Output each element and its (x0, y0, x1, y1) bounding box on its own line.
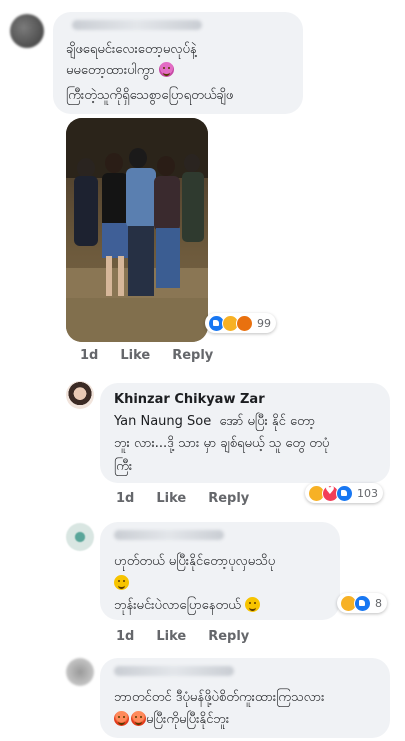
like-button[interactable]: Like (156, 629, 186, 644)
comment-actions: 1d Like Reply (116, 491, 249, 506)
timestamp[interactable]: 1d (116, 629, 134, 644)
comment-actions: 1d Like Reply (116, 629, 249, 644)
timestamp[interactable]: 1d (80, 348, 98, 363)
avatar[interactable] (66, 381, 94, 409)
timestamp[interactable]: 1d (116, 491, 134, 506)
author-name-redacted[interactable] (72, 20, 202, 30)
like-button[interactable]: Like (120, 348, 150, 363)
comment-text-line: မပြီးကိုမပြီးနိုင်ဘူး (114, 710, 229, 729)
comment-text-line: ချိဖရေမင်းလေးတော့မလုပ်နဲ့ (66, 42, 197, 57)
reaction-summary[interactable]: 103 (305, 483, 383, 503)
like-reaction-icon (336, 484, 353, 502)
avatar[interactable] (66, 658, 94, 686)
avatar[interactable] (66, 523, 94, 551)
sick-face-emoji (159, 62, 174, 77)
angry-reaction-icon (236, 314, 253, 332)
comment-text-line (114, 574, 129, 593)
attached-photo[interactable] (66, 118, 208, 342)
avatar[interactable] (10, 14, 44, 48)
comment-text-line: Yan Naung Soe အော် မပြီး နိုင် တော့ (114, 414, 316, 429)
reply-button[interactable]: Reply (172, 348, 213, 363)
pouting-face-emoji (131, 711, 146, 726)
comment-text-line: ကြီးတဲ့သူကိုရှိသေစွာပြောရတယ်ချိဖ (66, 88, 234, 103)
comment-text-line: ဘူး လား...ဒို့ သား မှာ ချစ်ရမယ့် သူ တွေ … (114, 436, 330, 451)
comment-actions: 1d Like Reply (80, 348, 213, 363)
mention-link[interactable]: Yan Naung Soe (114, 414, 211, 429)
author-name[interactable]: Khinzar Chikyaw Zar (114, 390, 265, 409)
like-button[interactable]: Like (156, 491, 186, 506)
like-reaction-icon (354, 594, 371, 612)
smirk-face-emoji (244, 597, 260, 612)
comment-text-line: မမတော့ထားပါကွာ (66, 61, 174, 80)
comment-text-line: ဘုန်းမင်းပဲလာပြောနေတယ် (114, 596, 260, 615)
smirk-face-emoji (114, 575, 129, 590)
author-name-redacted[interactable] (114, 666, 234, 676)
reaction-count: 8 (375, 596, 382, 610)
reaction-summary[interactable]: 8 (337, 593, 387, 613)
reaction-count: 99 (257, 316, 271, 330)
pouting-face-emoji (114, 711, 129, 726)
reaction-summary[interactable]: 99 (205, 313, 276, 333)
comment-text-line: ဟုတ်တယ် မပြီးနိုင်တော့ပုလှမသိပု (114, 554, 276, 569)
comment-text-line: ဘာတင်တင် ဒီပုံမန်ဖို့ပဲစိတ်ကူးထားကြသလား (114, 690, 325, 705)
reaction-count: 103 (357, 486, 378, 500)
author-name-redacted[interactable] (114, 530, 224, 540)
reply-button[interactable]: Reply (208, 491, 249, 506)
reply-button[interactable]: Reply (208, 629, 249, 644)
comment-text-line: ကြီး (114, 459, 133, 474)
photo-scene (66, 118, 208, 342)
